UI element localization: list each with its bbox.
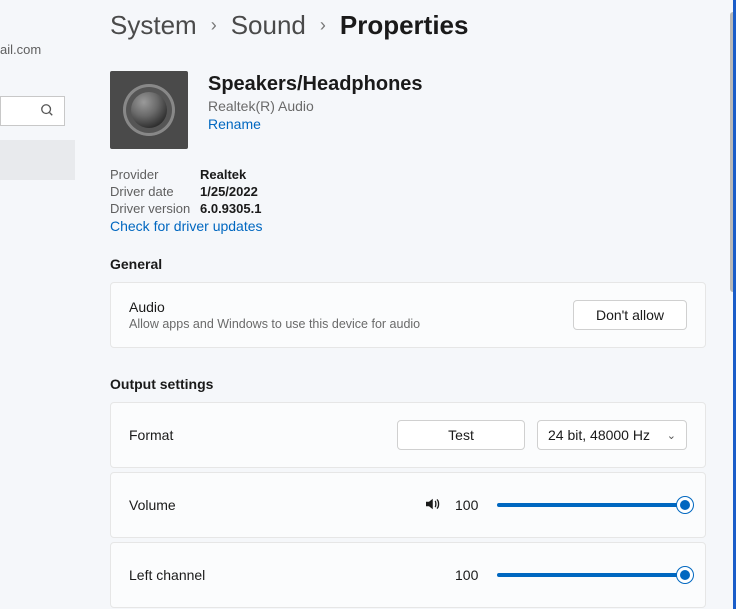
device-subtitle: Realtek(R) Audio (208, 98, 423, 114)
format-select[interactable]: 24 bit, 48000 Hz ⌄ (537, 420, 687, 450)
driver-version-label: Driver version (110, 201, 200, 216)
breadcrumb-properties: Properties (340, 10, 469, 41)
audio-description: Allow apps and Windows to use this devic… (129, 317, 420, 331)
left-channel-slider[interactable] (497, 565, 687, 585)
chevron-right-icon: › (211, 15, 217, 36)
test-button[interactable]: Test (397, 420, 525, 450)
check-driver-updates-link[interactable]: Check for driver updates (110, 218, 263, 234)
volume-value: 100 (455, 497, 483, 513)
search-icon (40, 103, 54, 120)
rename-link[interactable]: Rename (208, 116, 261, 132)
left-channel-value: 100 (455, 567, 483, 583)
provider-label: Provider (110, 167, 200, 182)
device-title: Speakers/Headphones (208, 73, 423, 96)
format-label: Format (129, 427, 173, 443)
left-channel-label: Left channel (129, 567, 205, 583)
device-image (110, 71, 188, 149)
volume-slider[interactable] (497, 495, 687, 515)
dont-allow-button[interactable]: Don't allow (573, 300, 687, 330)
sidebar-item-system[interactable] (0, 140, 75, 180)
breadcrumb-system[interactable]: System (110, 10, 197, 41)
driver-date-label: Driver date (110, 184, 200, 199)
output-settings-heading: Output settings (110, 376, 728, 392)
breadcrumb-sound[interactable]: Sound (231, 10, 306, 41)
audio-label: Audio (129, 299, 420, 315)
format-select-value: 24 bit, 48000 Hz (548, 427, 650, 443)
chevron-down-icon: ⌄ (667, 429, 676, 442)
general-heading: General (110, 256, 728, 272)
account-email-fragment: ail.com (0, 42, 41, 57)
volume-label: Volume (129, 497, 176, 513)
search-input[interactable] (0, 96, 65, 126)
driver-date-value: 1/25/2022 (200, 184, 728, 199)
chevron-right-icon: › (320, 15, 326, 36)
speaker-icon (123, 84, 175, 136)
breadcrumb: System › Sound › Properties (110, 0, 728, 47)
provider-value: Realtek (200, 167, 728, 182)
slider-thumb[interactable] (677, 567, 693, 583)
driver-version-value: 6.0.9305.1 (200, 201, 728, 216)
volume-icon[interactable] (423, 495, 441, 516)
slider-thumb[interactable] (677, 497, 693, 513)
